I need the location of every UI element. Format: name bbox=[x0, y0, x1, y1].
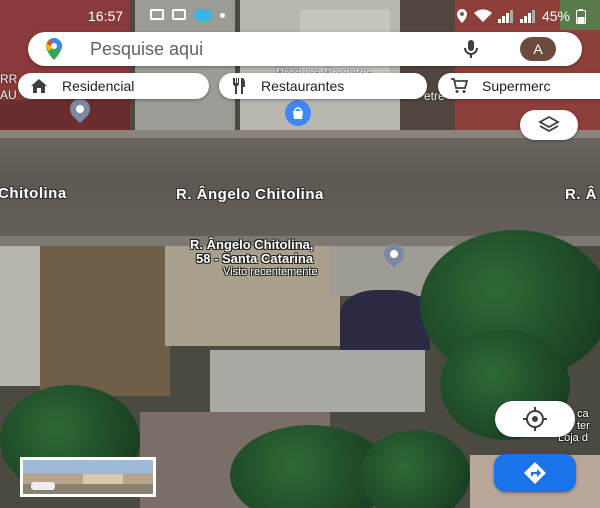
search-input[interactable]: Pesquise aqui bbox=[90, 39, 203, 60]
avatar[interactable]: A bbox=[520, 37, 556, 61]
crosshair-icon bbox=[523, 407, 547, 431]
directions-button[interactable] bbox=[494, 454, 576, 492]
chip-residencial[interactable]: Residencial bbox=[18, 73, 209, 99]
app-icon bbox=[194, 9, 212, 21]
my-location-button[interactable] bbox=[495, 401, 575, 437]
poi-label: RR bbox=[0, 72, 18, 86]
status-bar: 16:57 45% bbox=[0, 0, 600, 32]
street-view-house bbox=[83, 474, 123, 484]
shadow bbox=[340, 290, 430, 350]
building-roof bbox=[210, 350, 425, 412]
recently-viewed-label: Visto recentemente bbox=[223, 266, 318, 278]
lot bbox=[40, 246, 170, 396]
battery-icon bbox=[576, 8, 586, 24]
lot bbox=[0, 246, 40, 386]
selected-place-line2[interactable]: 58 - Santa Catarina bbox=[196, 252, 313, 266]
street-view-thumbnail[interactable] bbox=[20, 457, 156, 497]
street-view-car bbox=[31, 482, 55, 490]
gallery-icon bbox=[172, 9, 186, 20]
signal-icon bbox=[519, 9, 535, 23]
status-time: 16:57 bbox=[88, 8, 124, 24]
google-maps-logo-icon bbox=[46, 38, 62, 60]
battery-level: 45% bbox=[541, 8, 570, 24]
message-icon bbox=[150, 9, 164, 20]
chip-restaurantes[interactable]: Restaurantes bbox=[219, 73, 427, 99]
shopping-pin-icon[interactable] bbox=[285, 100, 311, 126]
layers-icon bbox=[538, 115, 560, 133]
layers-button[interactable] bbox=[520, 110, 578, 140]
fork-knife-icon bbox=[233, 78, 245, 94]
dot-icon bbox=[220, 13, 225, 18]
street-label-right: R. Â bbox=[565, 186, 597, 203]
selected-place-line1[interactable]: R. Ângelo Chitolina, bbox=[190, 238, 314, 252]
location-icon bbox=[456, 9, 467, 23]
poi-label: ca bbox=[577, 408, 589, 420]
search-bar[interactable]: Pesquise aqui A bbox=[28, 32, 582, 66]
notification-icons bbox=[150, 9, 225, 21]
chip-label: Restaurantes bbox=[261, 78, 345, 94]
wifi-icon bbox=[473, 9, 492, 22]
tree bbox=[360, 430, 470, 508]
microphone-icon[interactable] bbox=[460, 38, 482, 60]
chip-label: Supermerc bbox=[482, 78, 551, 94]
home-icon bbox=[31, 79, 47, 93]
signal-icon bbox=[497, 9, 513, 23]
chip-supermercados[interactable]: Supermerc bbox=[438, 73, 600, 99]
poi-label: ter bbox=[577, 420, 590, 432]
street-label-center: R. Ângelo Chitolina bbox=[176, 186, 324, 203]
street-label-left: Chitolina bbox=[0, 185, 67, 202]
chip-label: Residencial bbox=[62, 78, 135, 94]
building-roof bbox=[0, 100, 130, 130]
poi-label: AU bbox=[0, 88, 17, 102]
cart-icon bbox=[451, 78, 468, 93]
system-icons: 45% bbox=[456, 8, 586, 24]
directions-icon bbox=[524, 462, 546, 484]
